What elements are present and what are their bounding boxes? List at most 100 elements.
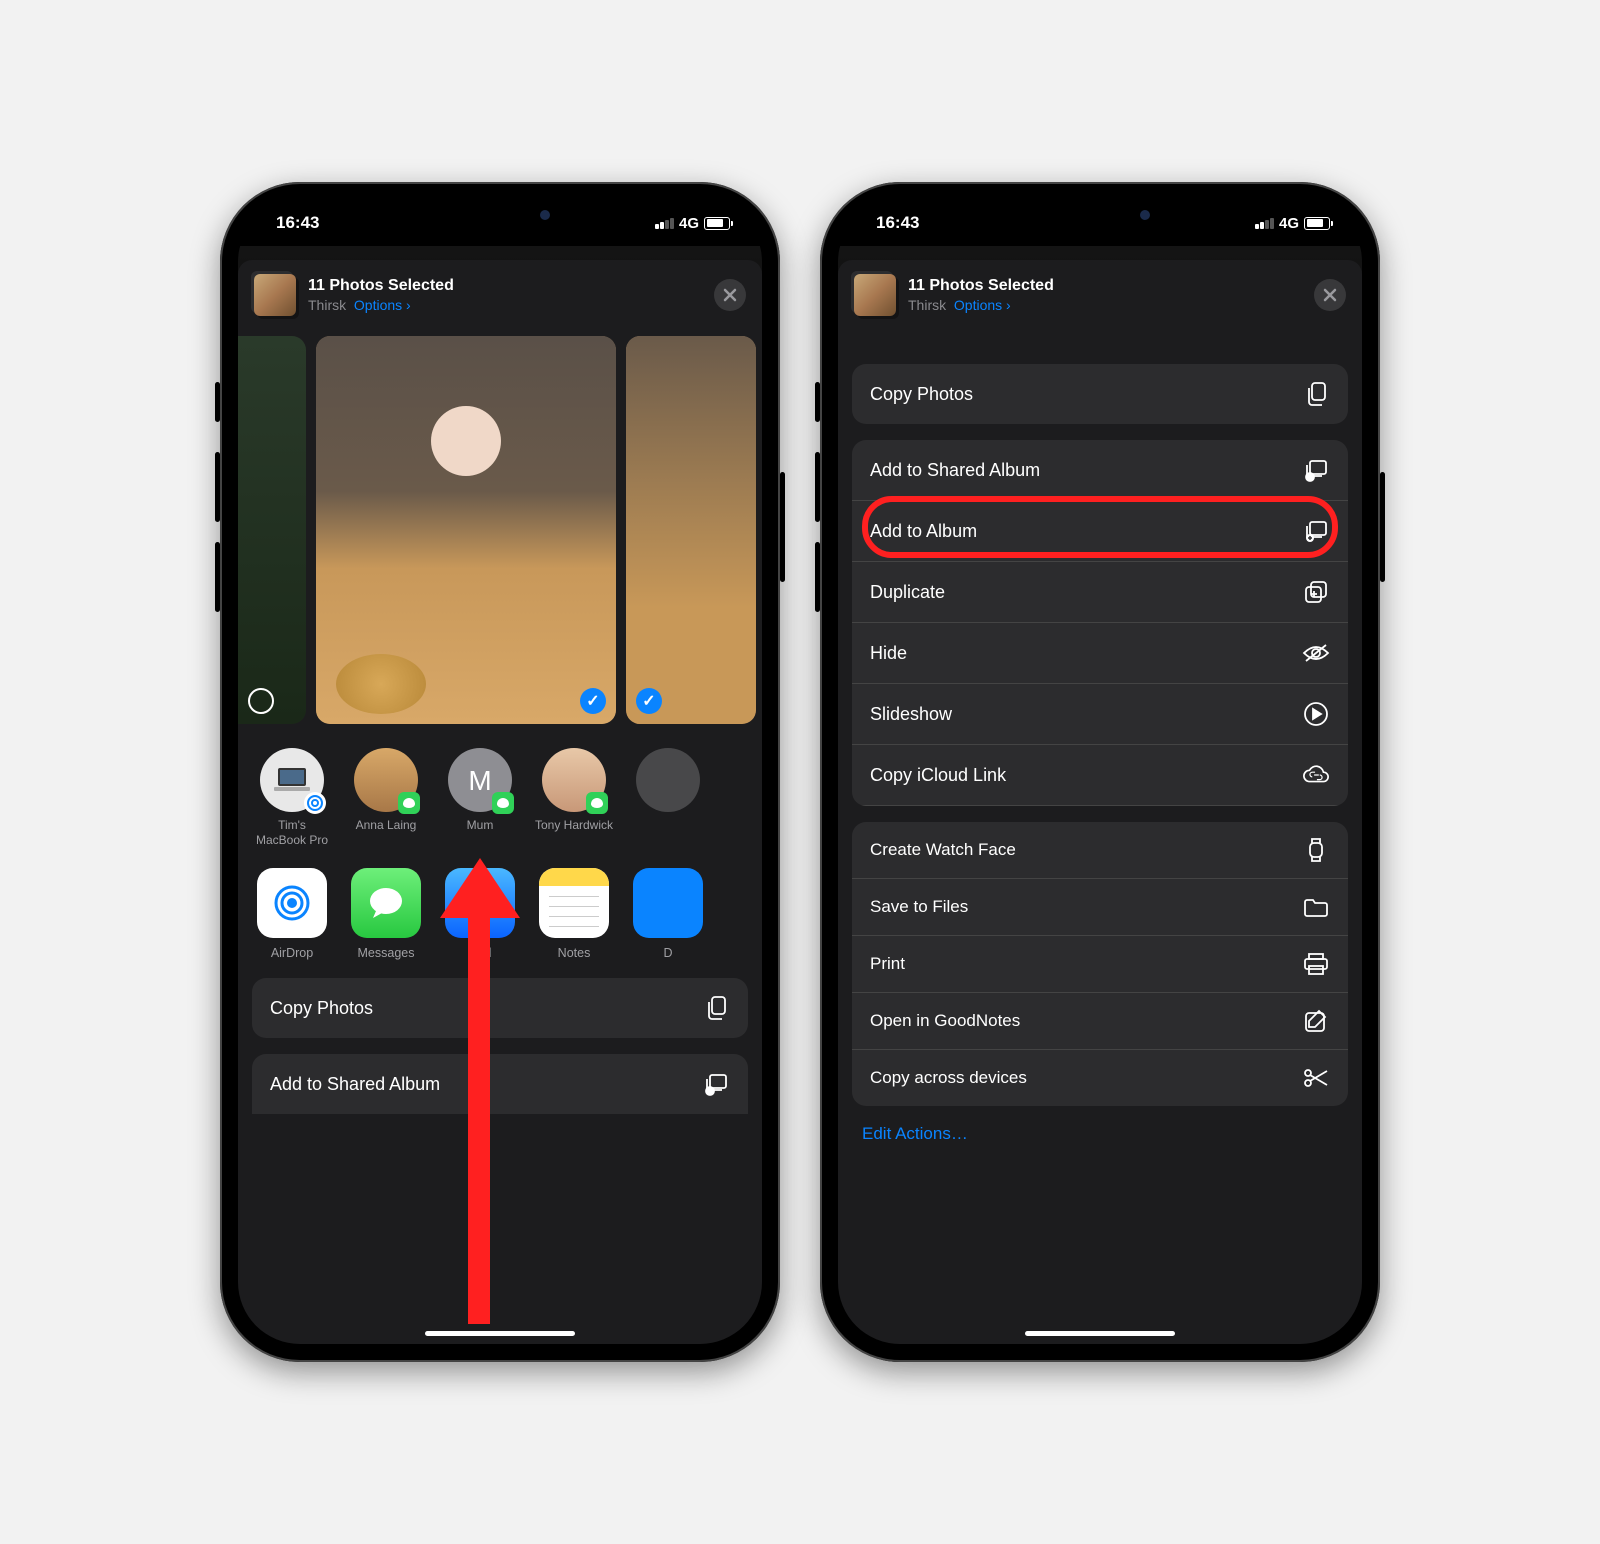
app-more[interactable]: D [628, 868, 708, 960]
share-sheet: 11 Photos Selected Thirsk Options › Copy… [838, 260, 1362, 1344]
close-icon [1323, 288, 1337, 302]
app-label: Mail [469, 946, 492, 960]
avatar: M [448, 748, 512, 812]
messages-icon [351, 868, 421, 938]
app-label: Messages [358, 946, 415, 960]
home-indicator[interactable] [425, 1331, 575, 1336]
action-label: Copy iCloud Link [870, 765, 1006, 786]
action-label: Copy across devices [870, 1068, 1027, 1088]
action-add-shared-album[interactable]: Add to Shared Album [852, 440, 1348, 501]
signal-icon [1255, 218, 1274, 229]
signal-icon [655, 218, 674, 229]
header-thumbnail [254, 274, 296, 316]
icloud-link-icon [1302, 761, 1330, 789]
airdrop-badge-icon [304, 792, 326, 814]
photo-strip[interactable] [238, 330, 762, 730]
close-button[interactable] [714, 279, 746, 311]
edit-actions-link[interactable]: Edit Actions… [838, 1114, 1362, 1154]
action-add-shared-album[interactable]: Add to Shared Album [252, 1054, 748, 1114]
header-thumbnail [854, 274, 896, 316]
action-label: Copy Photos [270, 998, 373, 1019]
phone-right: 16:43 4G 11 Photos Selected Thirsk Optio… [820, 182, 1380, 1362]
action-label: Save to Files [870, 897, 968, 917]
messages-badge-icon [492, 792, 514, 814]
avatar [260, 748, 324, 812]
scissors-icon [1302, 1064, 1330, 1092]
action-label: Add to Shared Album [270, 1074, 440, 1095]
share-target-macbook[interactable]: Tim's MacBook Pro [252, 748, 332, 848]
action-label: Duplicate [870, 582, 945, 603]
play-icon [1302, 700, 1330, 728]
notes-icon [539, 868, 609, 938]
app-label: AirDrop [271, 946, 313, 960]
app-label: D [663, 946, 672, 960]
photo-card[interactable] [316, 336, 616, 724]
action-copy-photos[interactable]: Copy Photos [252, 978, 748, 1038]
action-group: Add to Shared Album [252, 1054, 748, 1114]
status-time: 16:43 [276, 213, 319, 233]
select-indicator-checked[interactable] [636, 688, 662, 714]
action-label: Open in GoodNotes [870, 1011, 1020, 1031]
action-save-to-files[interactable]: Save to Files [852, 879, 1348, 936]
header-title: 11 Photos Selected [908, 276, 1302, 297]
options-link[interactable]: Options › [954, 297, 1011, 313]
photo-card[interactable] [238, 336, 306, 724]
compose-icon [1302, 1007, 1330, 1035]
battery-icon [704, 217, 730, 230]
share-target-person[interactable] [628, 748, 708, 848]
app-notes[interactable]: Notes [534, 868, 614, 960]
header-title: 11 Photos Selected [308, 276, 702, 297]
action-group: Copy Photos [852, 364, 1348, 424]
options-link[interactable]: Options › [354, 297, 411, 313]
action-group: Add to Shared Album Add to Album Duplica… [852, 440, 1348, 806]
app-messages[interactable]: Messages [346, 868, 426, 960]
battery-icon [1304, 217, 1330, 230]
avatar [636, 748, 700, 812]
action-group: Copy Photos [252, 978, 748, 1038]
mail-icon [445, 868, 515, 938]
home-indicator[interactable] [1025, 1331, 1175, 1336]
action-label: Copy Photos [870, 384, 973, 405]
action-label: Add to Shared Album [870, 460, 1040, 481]
share-target-label: Tim's MacBook Pro [256, 818, 328, 847]
action-group: Create Watch Face Save to Files Print [852, 822, 1348, 1106]
messages-badge-icon [398, 792, 420, 814]
people-row[interactable]: Tim's MacBook Pro Anna Laing M Mum [238, 730, 762, 854]
close-button[interactable] [1314, 279, 1346, 311]
sheet-header: 11 Photos Selected Thirsk Options › [838, 260, 1362, 330]
shared-album-icon [702, 1070, 730, 1098]
share-target-label: Anna Laing [356, 818, 417, 832]
folder-icon [1302, 893, 1330, 921]
messages-badge-icon [586, 792, 608, 814]
add-album-icon [1302, 517, 1330, 545]
action-copy-icloud-link[interactable]: Copy iCloud Link [852, 745, 1348, 806]
share-target-person[interactable]: M Mum [440, 748, 520, 848]
header-location: Thirsk [308, 297, 346, 313]
action-copy-across-devices[interactable]: Copy across devices [852, 1050, 1348, 1106]
app-airdrop[interactable]: AirDrop [252, 868, 332, 960]
action-print[interactable]: Print [852, 936, 1348, 993]
duplicate-icon [1302, 578, 1330, 606]
app-mail[interactable]: Mail [440, 868, 520, 960]
action-hide[interactable]: Hide [852, 623, 1348, 684]
action-create-watch-face[interactable]: Create Watch Face [852, 822, 1348, 879]
select-indicator-checked[interactable] [580, 688, 606, 714]
action-duplicate[interactable]: Duplicate [852, 562, 1348, 623]
avatar [542, 748, 606, 812]
sheet-header: 11 Photos Selected Thirsk Options › [238, 260, 762, 330]
share-target-label: Tony Hardwick [535, 818, 613, 832]
action-add-to-album[interactable]: Add to Album [852, 501, 1348, 562]
share-target-person[interactable]: Tony Hardwick [534, 748, 614, 848]
apps-row[interactable]: AirDrop Messages Mail [238, 854, 762, 970]
action-label: Add to Album [870, 521, 977, 542]
status-network: 4G [679, 215, 699, 232]
copy-icon [702, 994, 730, 1022]
share-target-person[interactable]: Anna Laing [346, 748, 426, 848]
copy-icon [1302, 380, 1330, 408]
action-copy-photos[interactable]: Copy Photos [852, 364, 1348, 424]
action-label: Hide [870, 643, 907, 664]
action-slideshow[interactable]: Slideshow [852, 684, 1348, 745]
action-open-goodnotes[interactable]: Open in GoodNotes [852, 993, 1348, 1050]
select-indicator-empty[interactable] [248, 688, 274, 714]
photo-card[interactable] [626, 336, 756, 724]
